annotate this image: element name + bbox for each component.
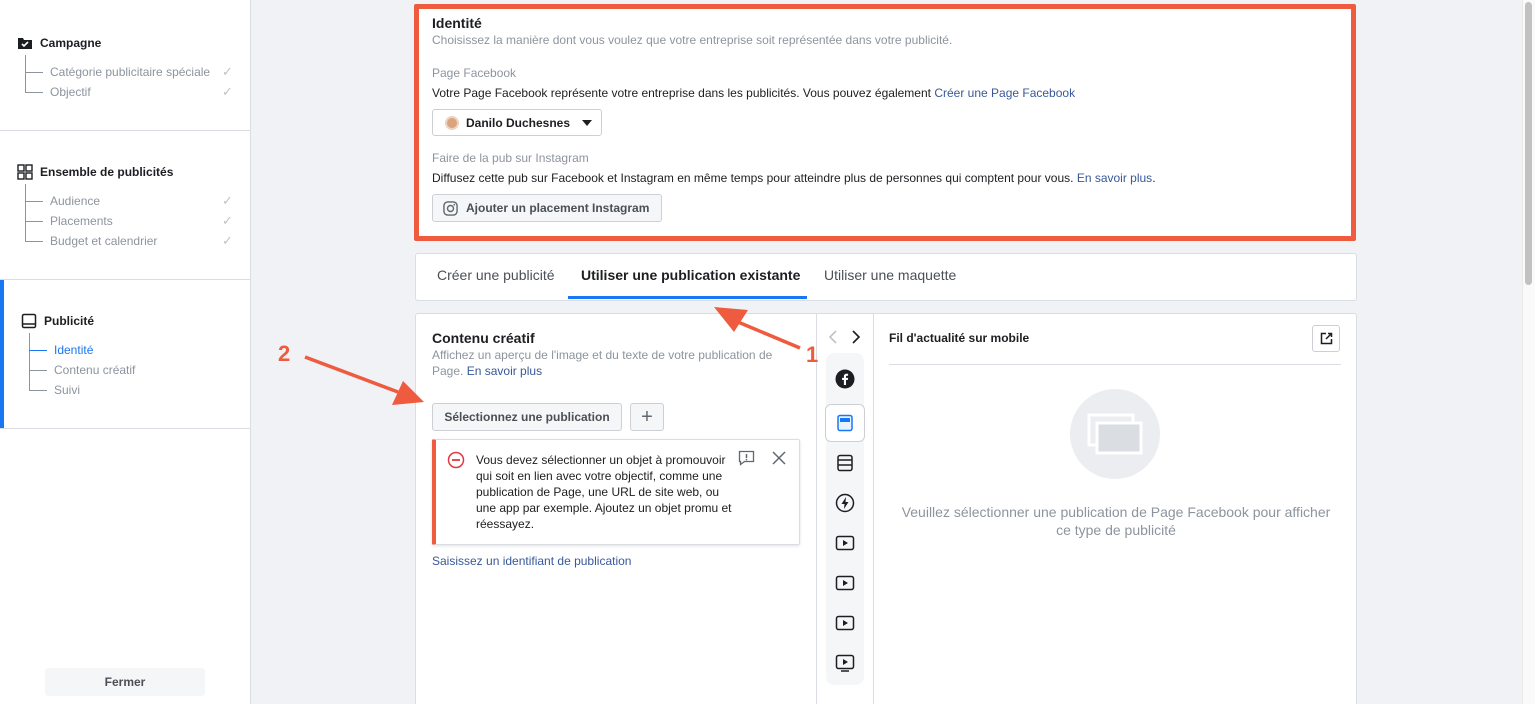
annotation-arrows [304,307,801,405]
scrollbar-thumb[interactable] [1525,2,1532,285]
annotation-number-1: 1 [806,342,819,367]
annotation-number-2: 2 [278,341,291,366]
